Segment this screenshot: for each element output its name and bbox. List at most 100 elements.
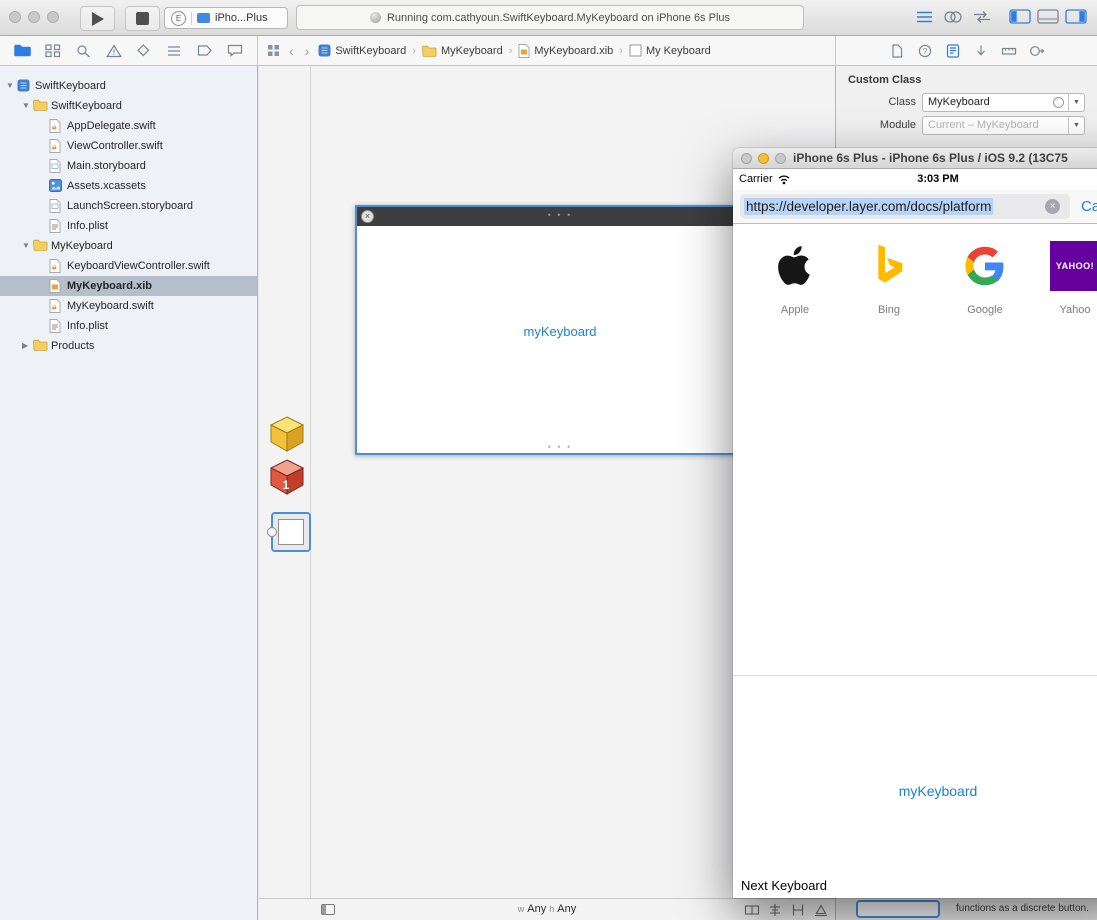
sim-zoom-button[interactable] [775, 153, 786, 164]
tree-item-launchscreen-storyboard[interactable]: LaunchScreen.storyboard [0, 196, 257, 216]
minimize-window-button[interactable] [28, 11, 40, 23]
favorite-apple[interactable]: Apple [760, 241, 830, 316]
favorite-label: Apple [780, 304, 810, 316]
scheme-divider [191, 11, 192, 25]
stack-button[interactable] [744, 903, 760, 917]
identity-inspector-icon[interactable] [945, 43, 961, 58]
tree-item-assets-xcassets[interactable]: Assets.xcassets [0, 176, 257, 196]
breadcrumb-item-mykeyboard-xib[interactable]: MyKeyboard.xib [518, 43, 613, 58]
view-toggle-buttons [1009, 9, 1087, 24]
module-combobox[interactable]: Current – MyKeyboard ▼ [922, 115, 1085, 135]
forward-button[interactable]: › [303, 44, 312, 58]
toggle-navigator-panel-button[interactable] [1009, 9, 1031, 24]
toggle-utilities-panel-button[interactable] [1065, 9, 1087, 24]
ios-status-bar: Carrier 3:03 PM [733, 169, 1097, 190]
close-scene-button[interactable]: × [361, 210, 374, 223]
favorite-label: Yahoo [1059, 304, 1091, 316]
test-navigator-icon[interactable] [136, 43, 152, 58]
cancel-button[interactable]: Cancel [1081, 198, 1097, 215]
assistant-editor-button[interactable] [943, 10, 963, 24]
simulator-titlebar[interactable]: iPhone 6s Plus - iPhone 6s Plus / iOS 9.… [733, 148, 1097, 169]
tree-item-mykeyboard[interactable]: ▼ MyKeyboard [0, 236, 257, 256]
simulator-title: iPhone 6s Plus - iPhone 6s Plus / iOS 9.… [793, 151, 1068, 165]
tree-item-swiftkeyboard[interactable]: ▼ SwiftKeyboard [0, 96, 257, 116]
class-combobox[interactable]: MyKeyboard ▼ [922, 92, 1085, 112]
related-items-icon[interactable] [267, 44, 280, 57]
close-window-button[interactable] [9, 11, 21, 23]
size-inspector-icon[interactable] [1001, 44, 1017, 58]
stepper-icon[interactable] [1053, 96, 1064, 108]
favorite-bing[interactable]: Bing [854, 241, 924, 316]
keyboard-view-label: myKeyboard [523, 324, 597, 339]
disclosure-triangle[interactable]: ▼ [6, 81, 14, 90]
connection-knob[interactable] [267, 527, 277, 537]
class-value: MyKeyboard [928, 96, 990, 108]
module-dropdown-button[interactable]: ▼ [1068, 116, 1084, 134]
disclosure-triangle[interactable]: ▶ [22, 341, 28, 350]
document-outline-toggle[interactable] [321, 904, 335, 915]
size-class-control[interactable]: w Any h Any [518, 903, 576, 915]
device-icon [197, 13, 210, 23]
top-resize-handle[interactable]: • • • [548, 210, 572, 220]
breadcrumb-label: MyKeyboard [440, 44, 503, 57]
carrier-label: Carrier [739, 173, 773, 185]
tree-item-mykeyboard-xib[interactable]: MyKeyboard.xib [0, 276, 257, 296]
ios-simulator-window[interactable]: iPhone 6s Plus - iPhone 6s Plus / iOS 9.… [733, 148, 1097, 898]
view-object-thumbnail[interactable] [267, 512, 311, 552]
breadcrumb-item-my-keyboard[interactable]: My Keyboard [629, 44, 711, 57]
standard-editor-button[interactable] [915, 10, 934, 24]
first-responder-object[interactable]: 1 [269, 458, 305, 496]
version-editor-button[interactable] [972, 10, 992, 24]
toggle-debug-panel-button[interactable] [1037, 9, 1059, 24]
yahoo-logo: YAHOO! [1050, 241, 1097, 291]
file-inspector-icon[interactable] [889, 43, 905, 58]
sim-minimize-button[interactable] [758, 153, 769, 164]
tree-item-label: Main.storyboard [67, 160, 146, 172]
favorite-label: Google [967, 304, 1003, 316]
breadcrumb-separator: › [508, 44, 513, 57]
resolve-button[interactable] [813, 903, 829, 917]
symbol-navigator-icon[interactable] [45, 43, 61, 58]
pin-button[interactable] [790, 903, 806, 917]
disclosure-triangle[interactable]: ▼ [22, 241, 30, 250]
svg-text:?: ? [922, 46, 927, 55]
tree-item-appdelegate-swift[interactable]: AppDelegate.swift [0, 116, 257, 136]
tree-item-swiftkeyboard[interactable]: ▼ SwiftKeyboard [0, 76, 257, 96]
tree-item-viewcontroller-swift[interactable]: ViewController.swift [0, 136, 257, 156]
url-field[interactable]: https://developer.layer.com/docs/platfor… [740, 194, 1070, 219]
tree-item-info-plist[interactable]: Info.plist [0, 316, 257, 336]
tree-item-products[interactable]: ▶ Products [0, 336, 257, 356]
tree-item-info-plist[interactable]: Info.plist [0, 216, 257, 236]
report-navigator-icon[interactable] [227, 44, 243, 58]
stop-button[interactable] [125, 6, 160, 31]
breadcrumb-item-swiftkeyboard[interactable]: SwiftKeyboard [318, 44, 406, 57]
breadcrumb-item-mykeyboard[interactable]: MyKeyboard [422, 45, 503, 57]
run-button[interactable] [80, 6, 115, 31]
files-owner-object[interactable] [269, 415, 305, 453]
tree-item-main-storyboard[interactable]: Main.storyboard [0, 156, 257, 176]
debug-navigator-icon[interactable] [166, 44, 182, 58]
breakpoint-navigator-icon[interactable] [197, 44, 213, 58]
back-button[interactable]: ‹ [287, 44, 296, 58]
clear-url-button[interactable]: × [1045, 199, 1060, 214]
tree-item-keyboardviewcontroller-swift[interactable]: KeyboardViewController.swift [0, 256, 257, 276]
disclosure-triangle[interactable]: ▼ [22, 101, 30, 110]
zoom-window-button[interactable] [47, 11, 59, 23]
align-button[interactable] [767, 903, 783, 917]
main-toolbar: E iPho...Plus Running com.cathyoun.Swift… [0, 0, 1097, 36]
sim-close-button[interactable] [741, 153, 752, 164]
search-navigator-icon[interactable] [76, 44, 92, 58]
favorite-google[interactable]: Google [950, 241, 1020, 316]
class-dropdown-button[interactable]: ▼ [1068, 93, 1084, 111]
bottom-resize-handle[interactable]: • • • [548, 442, 572, 452]
scheme-selector[interactable]: E iPho...Plus [164, 7, 288, 29]
next-keyboard-button[interactable]: Next Keyboard [741, 878, 827, 893]
connections-inspector-icon[interactable] [1029, 44, 1045, 58]
attributes-inspector-icon[interactable] [973, 44, 989, 58]
quick-help-inspector-icon[interactable]: ? [917, 44, 933, 58]
library-filter-field[interactable] [856, 900, 940, 918]
issue-navigator-icon[interactable] [105, 43, 122, 58]
tree-item-mykeyboard-swift[interactable]: MyKeyboard.swift [0, 296, 257, 316]
favorite-yahoo[interactable]: YAHOO! Yahoo [1040, 241, 1097, 316]
project-navigator-icon[interactable] [14, 44, 31, 57]
